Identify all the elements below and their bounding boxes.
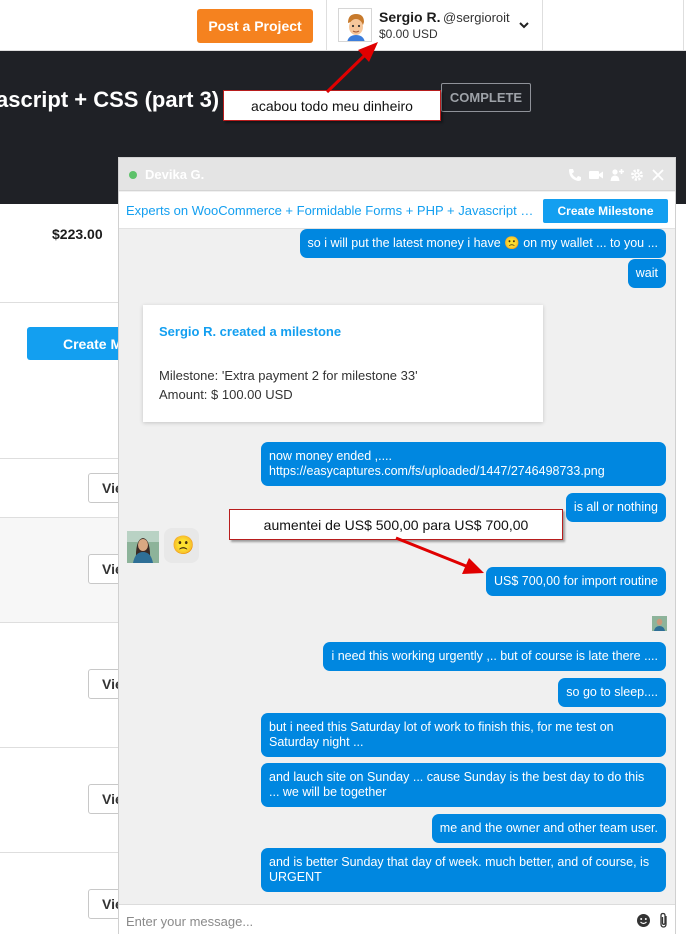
message-bubble: so i will put the latest money i have 🙁 …	[299, 229, 666, 258]
chat-project-link[interactable]: Experts on WooCommerce + Formidable Form…	[126, 203, 536, 218]
user-avatar[interactable]	[338, 8, 372, 42]
project-title: ascript + CSS (part 3)	[0, 87, 220, 112]
message-bubble: so go to sleep....	[558, 678, 666, 707]
user-name[interactable]: Sergio R.	[379, 9, 440, 25]
milestone-card-title: Sergio R. created a milestone	[159, 324, 342, 339]
view-button[interactable]: Vie	[88, 473, 122, 503]
add-user-icon[interactable]	[609, 167, 625, 183]
user-balance: $0.00 USD	[379, 27, 438, 41]
contact-seen-avatar	[652, 616, 667, 631]
chat-window: Devika G. Experts on WooCommerce + Formi…	[118, 157, 676, 934]
incoming-message-bubble: 🙁	[164, 528, 199, 563]
gear-icon[interactable]	[629, 167, 645, 183]
chevron-down-icon[interactable]	[517, 18, 531, 32]
view-button[interactable]: Vie	[88, 889, 122, 919]
top-navigation-bar: Post a Project Sergio R. @sergioroit $0.…	[0, 0, 686, 51]
message-bubble: is all or nothing	[565, 493, 666, 522]
row-divider	[0, 622, 120, 623]
chat-project-bar: Experts on WooCommerce + Formidable Form…	[119, 192, 675, 229]
sad-face-emoji: 🙁	[172, 535, 195, 555]
message-composer	[119, 904, 675, 934]
message-bubble: and lauch site on Sunday ... cause Sunda…	[261, 763, 666, 807]
message-bubble: US$ 700,00 for import routine	[486, 567, 666, 596]
paperclip-icon[interactable]	[657, 912, 670, 929]
annotation-note: acabou todo meu dinheiro	[223, 90, 441, 121]
bid-price: $223.00	[52, 226, 103, 242]
message-bubble: i need this working urgently ,.. but of …	[323, 642, 666, 671]
contact-avatar[interactable]	[127, 531, 159, 563]
view-button[interactable]: Vie	[88, 669, 122, 699]
user-handle: @sergioroit	[443, 10, 510, 25]
create-milestone-button[interactable]: Create M	[27, 327, 122, 360]
row-divider	[0, 302, 120, 303]
online-status-indicator	[129, 171, 137, 179]
message-bubble: now money ended ,.... https://easycaptur…	[261, 442, 666, 486]
annotation-note: aumentei de US$ 500,00 para US$ 700,00	[229, 509, 563, 540]
message-bubble: and is better Sunday that day of week. m…	[261, 848, 666, 892]
account-divider	[326, 0, 327, 51]
account-divider	[683, 0, 684, 51]
account-divider	[542, 0, 543, 51]
close-icon[interactable]	[650, 167, 666, 183]
row-divider	[0, 852, 120, 853]
milestone-amount: Amount: $ 100.00 USD	[159, 387, 293, 402]
row-divider	[0, 458, 120, 459]
video-camera-icon[interactable]	[588, 167, 604, 183]
message-bubble: me and the owner and other team user.	[431, 814, 666, 843]
view-button[interactable]: Vie	[88, 784, 122, 814]
emoji-icon[interactable]	[636, 913, 651, 928]
chat-contact-name[interactable]: Devika G.	[145, 167, 204, 182]
status-badge: COMPLETE	[441, 83, 531, 112]
view-button[interactable]: Vie	[88, 554, 122, 584]
post-project-button[interactable]: Post a Project	[197, 9, 313, 43]
milestone-card: Sergio R. created a milestone Milestone:…	[143, 305, 543, 422]
chat-header[interactable]: Devika G.	[119, 158, 675, 191]
milestone-description: Milestone: 'Extra payment 2 for mileston…	[159, 368, 418, 383]
create-milestone-button[interactable]: Create Milestone	[543, 199, 668, 223]
message-input[interactable]	[126, 912, 626, 930]
message-bubble: wait	[627, 259, 666, 288]
phone-icon[interactable]	[567, 167, 583, 183]
message-bubble: but i need this Saturday lot of work to …	[261, 713, 666, 757]
row-divider	[0, 747, 120, 748]
